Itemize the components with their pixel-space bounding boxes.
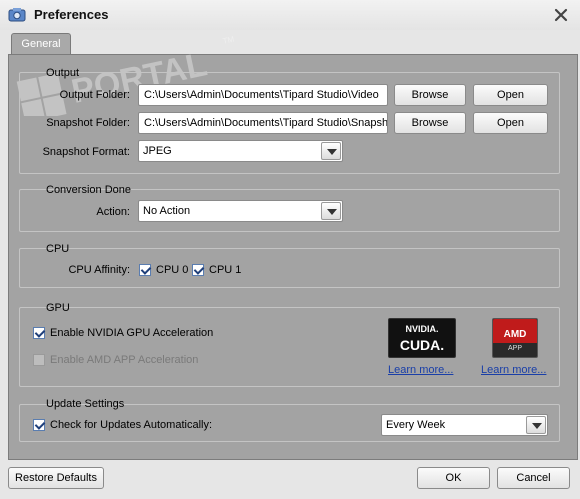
open-snapshot-button[interactable]: Open [473,112,548,134]
snapshot-format-value: JPEG [143,145,172,157]
cpu0-checkbox[interactable] [139,264,151,276]
snapshot-format-label: Snapshot Format: [42,146,130,158]
gpu-group-title: GPU [46,302,70,314]
amd-checkbox[interactable] [33,354,45,366]
update-frequency-dropdown[interactable]: Every Week [381,414,548,436]
cpu-affinity-label: CPU Affinity: [68,264,130,276]
window-title: Preferences [34,7,109,22]
cpu-group-title: CPU [46,243,70,255]
output-group-title: Output [46,67,80,79]
open-output-button[interactable]: Open [473,84,548,106]
ok-button[interactable]: OK [417,467,490,489]
chevron-down-icon[interactable] [321,202,341,220]
learn-more-amd-link[interactable]: Learn more... [481,364,546,376]
cancel-button[interactable]: Cancel [497,467,570,489]
check-updates-label: Check for Updates Automatically: [50,419,213,431]
update-group-title: Update Settings [46,398,125,410]
app-icon [8,8,26,22]
cpu1-checkbox[interactable] [192,264,204,276]
snapshot-format-dropdown[interactable]: JPEG [138,140,343,162]
cpu0-label: CPU 0 [156,264,189,276]
tab-general-label: General [21,38,61,50]
nvidia-cuda-logo: NVIDIA. CUDA. [388,318,456,358]
svg-text:TM: TM [222,36,235,46]
browse-output-button[interactable]: Browse [394,84,466,106]
gpu-group [19,307,560,387]
amd-label: Enable AMD APP Acceleration [50,354,199,366]
snapshot-folder-label: Snapshot Folder: [46,117,130,129]
title-bar: Preferences [0,0,580,30]
update-frequency-value: Every Week [386,419,446,431]
restore-defaults-button[interactable]: Restore Defaults [8,467,104,489]
conversion-group-title: Conversion Done [46,184,131,196]
action-dropdown[interactable]: No Action [138,200,343,222]
amd-app-logo: AMD APP [492,318,538,358]
browse-snapshot-button[interactable]: Browse [394,112,466,134]
nvidia-label: Enable NVIDIA GPU Acceleration [50,327,214,339]
chevron-down-icon[interactable] [321,142,341,160]
output-folder-label: Output Folder: [59,89,130,101]
close-icon[interactable] [552,6,570,24]
cpu1-label: CPU 1 [209,264,242,276]
nvidia-checkbox[interactable] [33,327,45,339]
learn-more-nvidia-link[interactable]: Learn more... [388,364,453,376]
action-value: No Action [143,205,191,217]
chevron-down-icon[interactable] [526,416,546,434]
action-label: Action: [96,206,130,218]
check-updates-checkbox[interactable] [33,419,45,431]
tab-general[interactable]: General [11,33,71,55]
snapshot-folder-field[interactable]: C:\Users\Admin\Documents\Tipard Studio\S… [138,112,388,134]
output-folder-field[interactable]: C:\Users\Admin\Documents\Tipard Studio\V… [138,84,388,106]
